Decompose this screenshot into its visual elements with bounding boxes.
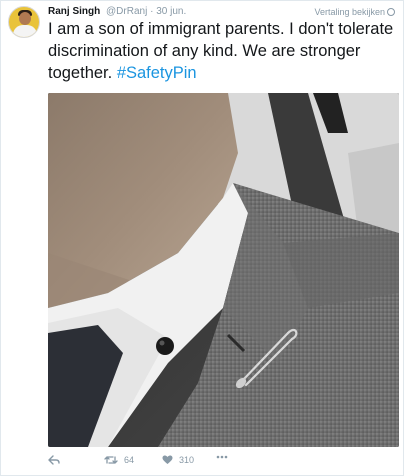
author-name[interactable]: Ranj Singh — [48, 6, 100, 17]
avatar-body — [13, 25, 37, 37]
translate-label: Vertaling bekijken — [314, 7, 385, 17]
like-count: 310 — [179, 455, 195, 465]
reply-icon — [48, 455, 60, 465]
globe-icon — [387, 8, 395, 16]
separator-dot: · — [150, 6, 154, 17]
retweet-count: 64 — [124, 455, 135, 465]
more-button[interactable] — [216, 455, 228, 459]
tweet-header: Ranj Singh @DrRanj · 30 jun. — [48, 6, 186, 18]
tweet-actions: 64 310 — [48, 453, 388, 471]
heart-icon — [162, 455, 173, 464]
photo-illustration — [48, 93, 399, 447]
tweet-card[interactable]: Ranj Singh @DrRanj · 30 jun. Vertaling b… — [0, 0, 404, 476]
tweet-date[interactable]: 30 jun. — [156, 6, 186, 17]
tweet-text: I am a son of immigrant parents. I don't… — [48, 18, 398, 84]
avatar-face — [19, 12, 31, 25]
tweet-body: I am a son of immigrant parents. I don't… — [48, 20, 394, 82]
translate-link[interactable]: Vertaling bekijken — [314, 6, 395, 18]
more-icon — [216, 455, 228, 459]
like-button[interactable]: 310 — [162, 455, 194, 465]
hashtag-link[interactable]: #SafetyPin — [117, 64, 197, 82]
author-handle[interactable]: @DrRanj — [106, 6, 147, 17]
retweet-icon — [104, 456, 118, 464]
retweet-button[interactable]: 64 — [104, 455, 134, 465]
reply-button[interactable] — [48, 455, 60, 465]
avatar[interactable] — [8, 6, 40, 38]
tweet-photo[interactable] — [48, 93, 399, 447]
